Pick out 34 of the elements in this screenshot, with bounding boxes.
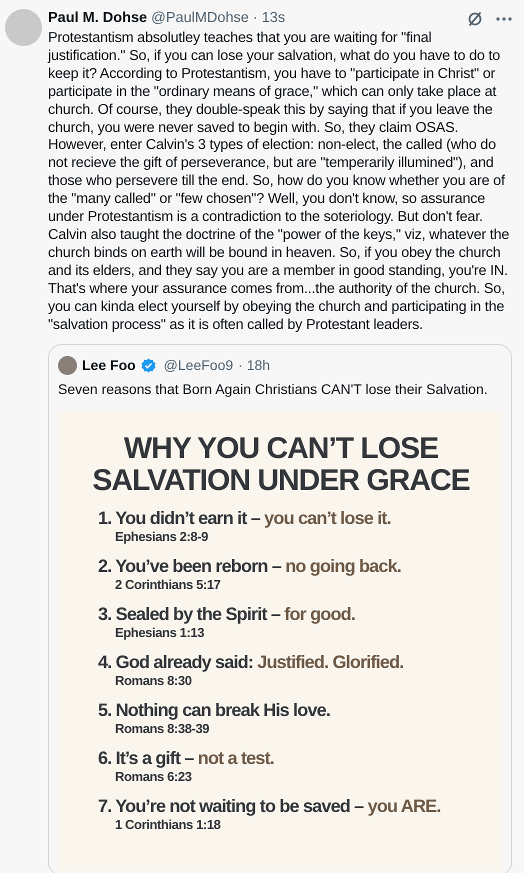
- reason-highlight: you ARE.: [368, 795, 441, 818]
- reason-text: 7. You’re not waiting to be saved –: [98, 795, 365, 818]
- scripture-reference: Ephesians 2:8-9: [115, 529, 208, 546]
- avatar[interactable]: [58, 356, 77, 375]
- reason-text: 3. Sealed by the Spirit –: [98, 603, 282, 626]
- reason-highlight: no going back.: [285, 555, 402, 578]
- post-text: Protestantism absolutley teaches that you are waiting for "final justification." So, if you can lose your salvation, what do you have to do to keep it? According to Protestantism, you have to "participate in Christ" or participate in the "ordinary means of grace," which can only take place at church. Of course, they double-speak this by saying that if you leave the church, you were never saved to begin with. So, they claim OSAS. However, enter Calvin's 3 types of election: non-elect, the called (who do not recieve the gift of perseverance, but are "temperarily illumined"), and those who persevere till the end. So, how do you know whether you are of the "many called" or "few chosen"? Well, you don't know, so assurance under Protestantism is a contradiction to the soteriology. But don't fear. Calvin also taught the doctrine of the "power of the keys," viz, whatever the church binds on earth will be bound in heaven. So, if you obey the church and its elders, and they say you are a member in good standing, you're IN. That's where your assurance comes from...the authority of the church. So, you can kinda elect yourself by obeying the church and participating in the "salvation process" as it is often called by Protestant leaders.: [48, 30, 510, 334]
- author-handle[interactable]: @LeeFoo9: [164, 354, 234, 376]
- scripture-reference: 1 Corinthians 1:18: [115, 817, 220, 834]
- image-title: WHY YOU CAN’T LOSE: [124, 433, 438, 466]
- reason-highlight: you can’t lose it.: [264, 507, 391, 530]
- reason-highlight: Justified. Glorified.: [257, 651, 404, 674]
- reason-text: 1. You didn’t earn it –: [98, 507, 262, 530]
- author-name[interactable]: Paul M. Dohse: [48, 8, 148, 30]
- reason-highlight: not a test.: [198, 747, 274, 770]
- slash-circle-icon[interactable]: [466, 10, 484, 28]
- scripture-reference: Romans 8:30: [115, 673, 192, 690]
- author-name[interactable]: Lee Foo: [82, 354, 136, 376]
- quoted-post-text: Seven reasons that Born Again Christians CAN'T lose their Salvation.: [58, 380, 489, 398]
- image-title: SALVATION UNDER GRACE: [92, 465, 470, 498]
- reason-highlight: for good.: [284, 603, 356, 626]
- post-time[interactable]: · 13s: [252, 8, 286, 30]
- reason-text: 4. God already said:: [98, 651, 254, 674]
- scripture-reference: Ephesians 1:13: [115, 625, 204, 642]
- reason-text: 6. It’s a gift –: [98, 747, 195, 770]
- post-time[interactable]: · 18h: [238, 354, 270, 376]
- reason-text: 5. Nothing can break His love.: [98, 699, 330, 722]
- author-handle[interactable]: @PaulMDohse: [151, 8, 249, 30]
- scripture-reference: Romans 6:23: [115, 769, 192, 786]
- quoted-post-card[interactable]: [48, 344, 512, 873]
- reason-text: 2. You’ve been reborn –: [98, 555, 282, 578]
- scripture-reference: Romans 8:38-39: [115, 721, 210, 738]
- more-icon[interactable]: [496, 16, 512, 20]
- scripture-reference: 2 Corinthians 5:17: [115, 577, 220, 594]
